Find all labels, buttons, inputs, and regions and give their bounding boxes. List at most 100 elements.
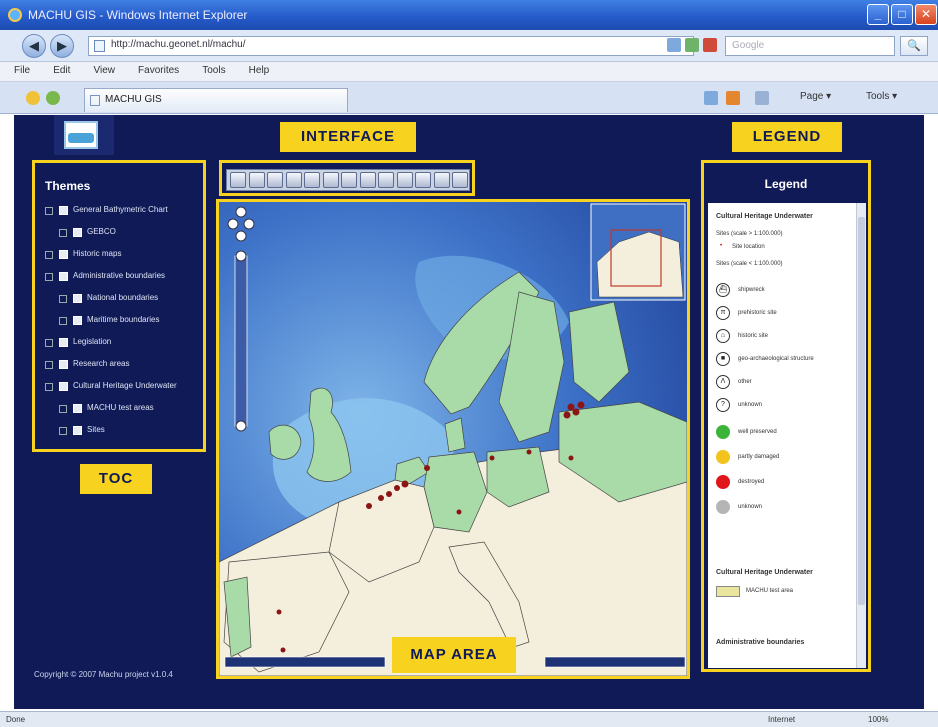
site-marker[interactable]: [366, 503, 372, 509]
select-icon[interactable]: [396, 172, 413, 188]
site-marker[interactable]: [276, 609, 282, 615]
site-marker[interactable]: [394, 485, 400, 491]
query-icon[interactable]: [415, 172, 431, 188]
layer-checkbox[interactable]: [73, 316, 82, 325]
toc-item[interactable]: Maritime boundaries: [35, 313, 203, 335]
expand-box-icon[interactable]: [59, 229, 67, 237]
site-marker[interactable]: [386, 491, 392, 497]
compat-icon[interactable]: [667, 38, 681, 52]
feeds-icon[interactable]: [726, 91, 740, 105]
pan-east-icon[interactable]: [243, 218, 255, 230]
menu-edit[interactable]: Edit: [47, 62, 76, 76]
menu-favorites[interactable]: Favorites: [132, 62, 185, 76]
tab-machu-gis[interactable]: MACHU GIS: [84, 88, 348, 112]
toc-item[interactable]: Sites: [35, 423, 203, 445]
layer-checkbox[interactable]: [59, 360, 68, 369]
layer-checkbox[interactable]: [73, 404, 82, 413]
layer-checkbox[interactable]: [59, 250, 68, 259]
site-marker[interactable]: [489, 455, 495, 461]
site-marker[interactable]: [456, 509, 462, 515]
legend-scrollbar[interactable]: [856, 203, 866, 668]
toc-item[interactable]: Research areas: [35, 357, 203, 379]
toc-item-label: Cultural Heritage Underwater: [73, 381, 177, 390]
toc-item[interactable]: Administrative boundaries: [35, 269, 203, 291]
tools-menu[interactable]: Tools ▾: [866, 91, 897, 102]
favorites-star-icon[interactable]: [26, 91, 40, 105]
menu-file[interactable]: File: [8, 62, 36, 76]
layer-checkbox[interactable]: [73, 228, 82, 237]
site-marker[interactable]: [378, 495, 384, 501]
menu-tools[interactable]: Tools: [196, 62, 231, 76]
layer-checkbox[interactable]: [73, 426, 82, 435]
next-extent-icon[interactable]: [378, 172, 394, 188]
site-marker[interactable]: [577, 401, 585, 409]
identify-icon[interactable]: [322, 172, 339, 188]
expand-box-icon[interactable]: [45, 361, 53, 369]
search-button[interactable]: 🔍: [900, 36, 928, 56]
zoom-box-icon[interactable]: [285, 172, 302, 188]
print-tool-icon[interactable]: [433, 172, 450, 188]
toc-item[interactable]: Cultural Heritage Underwater: [35, 379, 203, 401]
pan-west-icon[interactable]: [227, 218, 239, 230]
zoom-out-icon[interactable]: [235, 420, 247, 432]
expand-box-icon[interactable]: [59, 427, 67, 435]
search-input[interactable]: Google: [725, 36, 895, 56]
site-marker[interactable]: [568, 455, 574, 461]
zoom-slider[interactable]: [234, 255, 248, 427]
minimize-button[interactable]: _: [867, 4, 889, 25]
zoom-out-tool-icon[interactable]: [267, 172, 283, 188]
site-marker[interactable]: [526, 449, 532, 455]
expand-box-icon[interactable]: [45, 207, 53, 215]
expand-box-icon[interactable]: [59, 317, 67, 325]
measure-icon[interactable]: [341, 172, 357, 188]
zoom-in-icon[interactable]: [235, 250, 247, 262]
scale-bar: [224, 656, 386, 668]
menu-view[interactable]: View: [87, 62, 121, 76]
toc-item[interactable]: National boundaries: [35, 291, 203, 313]
toc-item[interactable]: MACHU test areas: [35, 401, 203, 423]
expand-box-icon[interactable]: [45, 251, 53, 259]
site-marker[interactable]: [567, 403, 575, 411]
help-icon[interactable]: [452, 172, 468, 188]
map-canvas[interactable]: [219, 202, 687, 676]
toc-item[interactable]: General Bathymetric Chart: [35, 203, 203, 225]
close-button[interactable]: ✕: [915, 4, 937, 25]
zoom-level[interactable]: 100%: [868, 715, 888, 724]
expand-box-icon[interactable]: [45, 339, 53, 347]
refresh-icon[interactable]: [685, 38, 699, 52]
full-extent-icon[interactable]: [304, 172, 320, 188]
url-field[interactable]: http://machu.geonet.nl/machu/: [88, 36, 694, 56]
layer-checkbox[interactable]: [59, 206, 68, 215]
site-marker[interactable]: [572, 408, 580, 416]
stop-icon[interactable]: [703, 38, 717, 52]
forward-arrow-icon[interactable]: ▶: [50, 34, 74, 58]
toc-item[interactable]: GEBCO: [35, 225, 203, 247]
pan-north-icon[interactable]: [235, 206, 247, 218]
maximize-button[interactable]: □: [891, 4, 913, 25]
site-marker[interactable]: [401, 480, 409, 488]
layer-checkbox[interactable]: [59, 338, 68, 347]
back-arrow-icon[interactable]: ◀: [22, 34, 46, 58]
page-menu[interactable]: Page ▾: [800, 91, 831, 102]
layer-checkbox[interactable]: [73, 294, 82, 303]
expand-box-icon[interactable]: [45, 383, 53, 391]
pan-south-icon[interactable]: [235, 230, 247, 242]
expand-box-icon[interactable]: [45, 273, 53, 281]
toc-item[interactable]: Historic maps: [35, 247, 203, 269]
pan-icon[interactable]: [230, 172, 246, 188]
toc-item[interactable]: Legislation: [35, 335, 203, 357]
home-icon[interactable]: [704, 91, 718, 105]
expand-box-icon[interactable]: [59, 405, 67, 413]
layer-checkbox[interactable]: [59, 382, 68, 391]
site-marker[interactable]: [424, 465, 430, 471]
add-favorite-icon[interactable]: [46, 91, 60, 105]
zoom-in-tool-icon[interactable]: [248, 172, 265, 188]
layer-checkbox[interactable]: [59, 272, 68, 281]
previous-extent-icon[interactable]: [359, 172, 376, 188]
print-icon[interactable]: [755, 91, 769, 105]
site-marker[interactable]: [280, 647, 286, 653]
site-marker[interactable]: [563, 411, 571, 419]
toc-list: General Bathymetric Chart GEBCO Historic m…: [35, 203, 203, 445]
menu-help[interactable]: Help: [243, 62, 276, 76]
expand-box-icon[interactable]: [59, 295, 67, 303]
